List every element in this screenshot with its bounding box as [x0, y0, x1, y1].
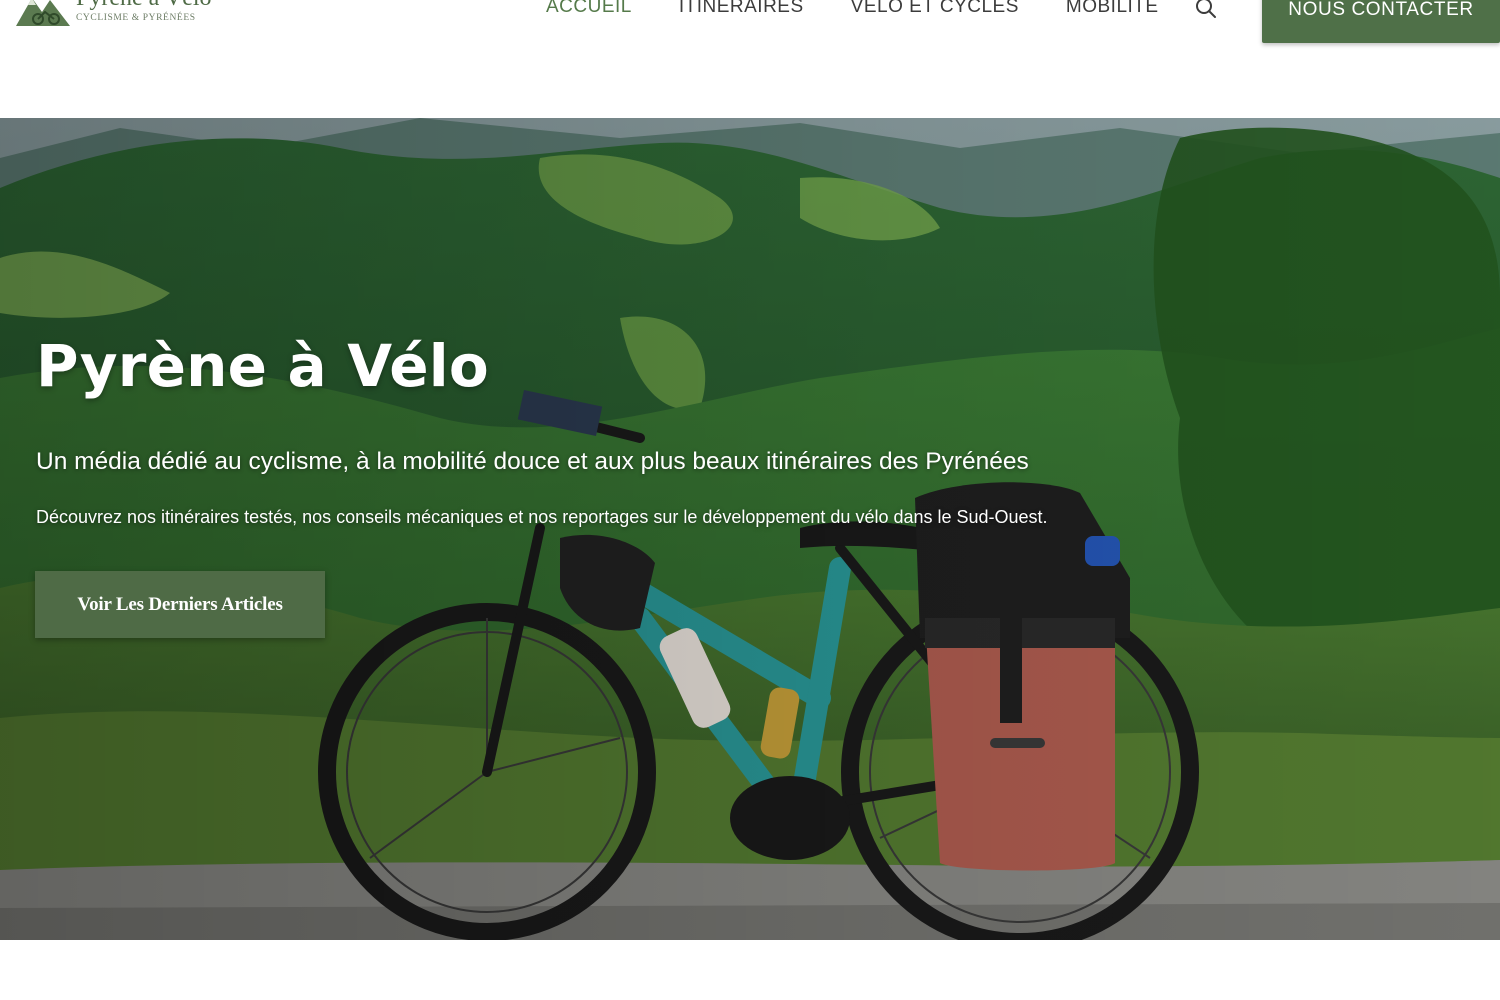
site-logo[interactable]: Pyrène à Vélo CYCLISME & PYRÉNÉES	[16, 0, 212, 26]
mountain-bike-logo-icon	[16, 0, 70, 26]
hero-subtitle: Un média dédié au cyclisme, à la mobilit…	[36, 448, 1029, 475]
hero-overlay	[0, 118, 1500, 940]
hero-section: Pyrène à Vélo Un média dédié au cyclisme…	[0, 118, 1500, 940]
site-header: Pyrène à Vélo CYCLISME & PYRÉNÉES ACCUEI…	[0, 0, 1500, 118]
search-button[interactable]	[1194, 0, 1218, 20]
main-nav: ACCUEIL ITINÉRAIRES VÉLO ET CYCLES MOBIL…	[546, 0, 1159, 18]
nav-item-mobilite[interactable]: MOBILITÉ	[1066, 0, 1159, 18]
contact-button[interactable]: NOUS CONTACTER	[1262, 0, 1500, 43]
logo-text: Pyrène à Vélo CYCLISME & PYRÉNÉES	[76, 0, 212, 23]
nav-item-velo-et-cycles[interactable]: VÉLO ET CYCLES	[851, 0, 1019, 18]
nav-item-accueil[interactable]: ACCUEIL	[546, 0, 632, 18]
search-icon	[1196, 0, 1216, 18]
nav-item-itineraires[interactable]: ITINÉRAIRES	[679, 0, 804, 18]
hero-title: Pyrène à Vélo	[36, 332, 489, 400]
latest-articles-button[interactable]: Voir Les Derniers Articles	[35, 571, 325, 638]
hero-description: Découvrez nos itinéraires testés, nos co…	[36, 507, 1048, 527]
logo-tagline: CYCLISME & PYRÉNÉES	[76, 13, 196, 23]
logo-title: Pyrène à Vélo	[76, 0, 212, 10]
